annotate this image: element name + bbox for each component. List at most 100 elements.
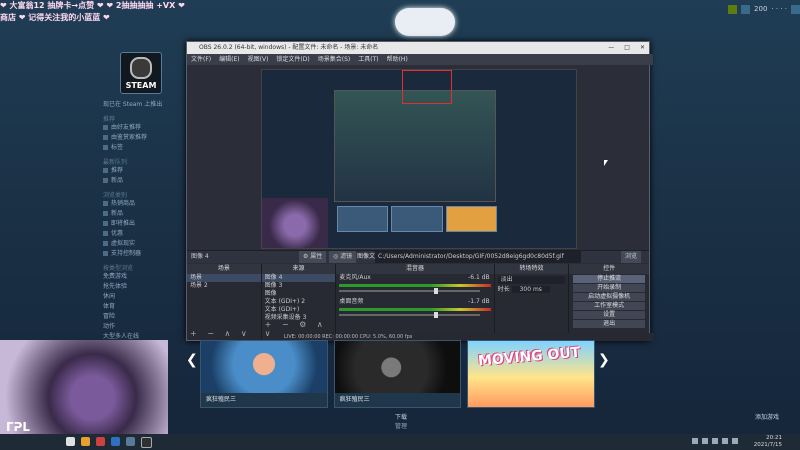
download-manager[interactable]: 下载 管理	[395, 412, 407, 430]
start-recording-button[interactable]: 开始录制	[573, 284, 645, 292]
curator-icon	[103, 135, 108, 140]
scene-item[interactable]: 场景	[187, 274, 261, 282]
obs-titlebar[interactable]: OBS 26.0.2 (64-bit, windows) - 配置文件: 未命名…	[187, 42, 649, 54]
settings-button[interactable]: 设置	[573, 311, 645, 319]
sources-dock: 来源 图像 4 图像 3 图像 文本 (GDI+) 2 文本 (GDI+) 视频…	[261, 264, 337, 340]
obs-docks: 场景 场景 场景 2 + − ∧ ∨ 来源 图像 4 图像 3 图像 文本 (G…	[187, 264, 649, 340]
clock-date: 2021/7/15	[753, 442, 782, 448]
card-caption: 疯狂殖民三	[201, 393, 327, 407]
sidebar-item[interactable]: 免费游戏	[103, 272, 183, 282]
source-item[interactable]: 文本 (GDI+)	[262, 306, 336, 314]
sidebar-item[interactable]: 由鉴赏家推荐	[103, 133, 183, 143]
virtual-camera-button[interactable]: 启动虚拟摄像机	[573, 293, 645, 301]
sidebar-item[interactable]: 推荐	[103, 166, 183, 176]
transitions-title: 转场特效	[494, 264, 569, 274]
sidebar-item[interactable]: 支持控制器	[103, 249, 183, 259]
sidebar-item[interactable]: 休闲	[103, 292, 183, 302]
carousel-card[interactable]: 疯狂殖民三	[333, 340, 462, 408]
browse-button[interactable]: 浏览	[621, 251, 642, 263]
menu-scene-collection[interactable]: 场景集合(S)	[318, 54, 351, 65]
minimize-button[interactable]: —	[608, 42, 614, 54]
steam-logo[interactable]: STEAM	[120, 52, 162, 94]
source-item[interactable]: 文本 (GDI+) 2	[262, 298, 336, 306]
scenes-title: 场景	[187, 264, 261, 274]
sidebar-item[interactable]: 动作	[103, 322, 183, 332]
maximize-button[interactable]: □	[624, 42, 630, 54]
browser-icon[interactable]	[111, 436, 120, 446]
controls-title: 控件	[569, 264, 649, 274]
obs-menubar: 文件(F) 编辑(E) 视图(V) 锁定文件(D) 场景集合(S) 工具(T) …	[187, 54, 653, 65]
volume-icon[interactable]	[722, 438, 728, 444]
avatar[interactable]	[791, 4, 800, 14]
studio-mode-button[interactable]: 工作室模式	[573, 302, 645, 310]
exit-button[interactable]: 退出	[573, 320, 645, 328]
mixer-title: 混音器	[336, 264, 494, 274]
sidebar-item[interactable]: 冒险	[103, 312, 183, 322]
tray-icon[interactable]	[702, 438, 708, 444]
obs-taskbar-icon[interactable]	[141, 436, 152, 448]
steam-account-area[interactable]: 200 · · · ·	[660, 2, 800, 16]
source-item[interactable]: 图像 3	[262, 282, 336, 290]
new-release-icon	[103, 211, 108, 216]
sidebar-item[interactable]: 即将推出	[103, 219, 183, 229]
sidebar-item[interactable]: 标签	[103, 143, 183, 153]
steam-logo-text: STEAM	[125, 81, 157, 90]
sidebar-item[interactable]: 由好友推荐	[103, 123, 183, 133]
notification-icon[interactable]	[728, 4, 738, 14]
carousel-card[interactable]: MOVING OUT	[467, 340, 596, 408]
obs-window: OBS 26.0.2 (64-bit, windows) - 配置文件: 未命名…	[186, 41, 653, 341]
upcoming-icon	[103, 221, 108, 226]
sidebar-item[interactable]: 新品	[103, 176, 183, 186]
file-path-field[interactable]: C:/Users/Administrator/Desktop/GIF/0052d…	[375, 251, 581, 263]
carousel-card[interactable]: 疯狂殖民三	[200, 340, 328, 408]
volume-slider[interactable]	[339, 288, 480, 294]
menu-file[interactable]: 文件(F)	[191, 54, 211, 65]
streamer-watermark: ᒥᕈᒪ	[6, 420, 30, 434]
sidebar-item[interactable]: 体育	[103, 302, 183, 312]
add-game-button[interactable]: 添加游戏	[755, 412, 779, 421]
sidebar-item[interactable]: 抢先体验	[103, 282, 183, 292]
keyboard-icon[interactable]	[732, 438, 738, 444]
controller-icon	[103, 251, 108, 256]
marquee-line-1: ❤ 大富翁12 抽牌卡→点赞 ❤ ❤ 2抽抽抽抽 +VX ❤	[0, 1, 185, 10]
volume-slider[interactable]	[339, 312, 480, 318]
audio-meter	[339, 284, 491, 287]
scene-controls[interactable]: + − ∧ ∨	[190, 329, 251, 338]
file-explorer-icon[interactable]	[66, 436, 75, 446]
filters-button[interactable]: ◎ 滤镜	[329, 251, 357, 263]
carousel-next-icon[interactable]: ❯	[598, 352, 610, 368]
properties-button[interactable]: ⚙ 属性	[299, 251, 327, 263]
carousel-prev-icon[interactable]: ❮	[186, 352, 198, 368]
steam-status[interactable]: 现已在 Steam 上推出	[103, 100, 183, 110]
source-item[interactable]: 图像	[262, 290, 336, 298]
sidebar-item[interactable]: 优惠	[103, 229, 183, 239]
clock[interactable]: 20:21 2021/7/15	[754, 435, 782, 449]
menu-edit[interactable]: 编辑(E)	[219, 54, 239, 65]
selected-source-outline[interactable]	[402, 70, 452, 104]
sidebar-item[interactable]: 虚拟现实	[103, 239, 183, 249]
menu-view[interactable]: 视图(V)	[248, 54, 269, 65]
tray-icon[interactable]	[692, 438, 698, 444]
folder-icon[interactable]	[81, 436, 90, 446]
topseller-icon	[103, 201, 108, 206]
steam-taskbar-icon[interactable]	[126, 436, 135, 446]
transition-select[interactable]: 淡出	[497, 276, 566, 284]
sidebar-section-title: 按类型浏览	[103, 265, 134, 272]
close-button[interactable]: ✕	[640, 42, 645, 54]
scene-item[interactable]: 场景 2	[187, 282, 261, 290]
menu-tools[interactable]: 工具(T)	[358, 54, 378, 65]
sidebar-item[interactable]: 热销商品	[103, 199, 183, 209]
mail-icon[interactable]	[741, 4, 751, 14]
steam-icon	[130, 57, 152, 79]
obs-preview-canvas[interactable]	[261, 69, 577, 249]
app-icon[interactable]	[96, 436, 105, 446]
mouse-cursor-icon	[604, 160, 608, 166]
menu-dock[interactable]: 锁定文件(D)	[276, 54, 309, 65]
source-item[interactable]: 图像 4	[261, 274, 336, 282]
stop-streaming-button[interactable]: 停止推流	[573, 275, 645, 283]
sidebar-item[interactable]: 新品	[103, 209, 183, 219]
duration-field[interactable]: 300 ms	[511, 286, 550, 293]
menu-help[interactable]: 帮助(H)	[387, 54, 408, 65]
username[interactable]: · · · ·	[771, 5, 787, 13]
network-icon[interactable]	[712, 438, 718, 444]
